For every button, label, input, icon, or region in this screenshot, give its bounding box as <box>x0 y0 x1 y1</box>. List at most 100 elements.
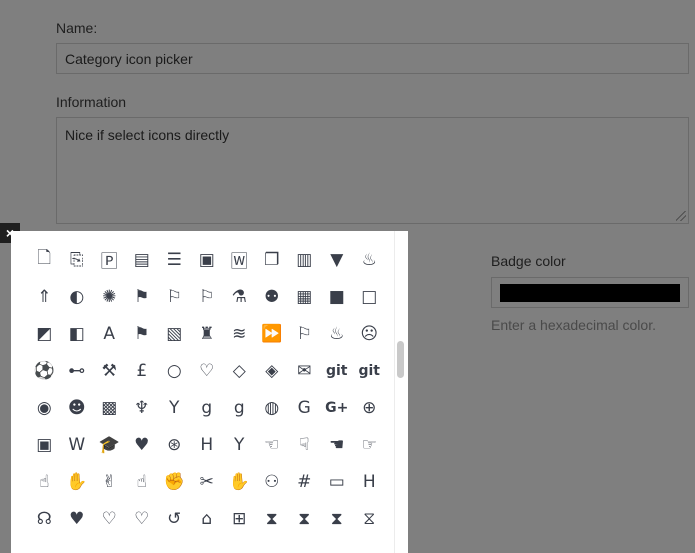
flask-icon[interactable]: ⚗ <box>223 278 256 315</box>
scrollbar-track[interactable] <box>394 231 408 553</box>
badge-color-help: Enter a hexadecimal color. <box>491 317 656 333</box>
header-icon[interactable]: H <box>353 463 386 500</box>
glass-icon[interactable]: Y <box>158 389 191 426</box>
gg-circle-icon[interactable]: ◈ <box>256 352 289 389</box>
google-plus-circle-icon[interactable]: ⊕ <box>353 389 386 426</box>
files-o-icon[interactable]: ❐ <box>256 241 289 278</box>
hourglass-half-icon[interactable]: ⧗ <box>321 500 354 537</box>
gavel-icon[interactable]: ⚒ <box>93 352 126 389</box>
fonticons-icon[interactable]: ▧ <box>158 315 191 352</box>
icon-picker-panel: 🗋 ⎘ 🄿 ▤ ☰ ▣ 🅆 ❐ ▥ ▼ ♨ ⇑ ◐ ✺ ⚑ ⚐ ⚐ ⚗ ⚉ ▦ ■ □ ◩ ◧ A ⚑ ▧ ♜ ≋ ⏩ ⚐ ♨ ☹ ⚽ ⊷ ⚒ £ ○ ♡ ◇… <box>11 231 408 553</box>
first-order-icon[interactable]: ✺ <box>93 278 126 315</box>
forward-icon[interactable]: ⏩ <box>256 315 289 352</box>
hourglass-o-icon[interactable]: ⧖ <box>353 500 386 537</box>
heartbeat-icon[interactable]: ♡ <box>126 500 159 537</box>
hdd-o-icon[interactable]: ▭ <box>321 463 354 500</box>
graduation-cap-icon[interactable]: 🎓 <box>93 426 126 463</box>
folder-icon[interactable]: ■ <box>321 278 354 315</box>
github-square-icon[interactable]: ▩ <box>93 389 126 426</box>
information-label: Information <box>56 94 127 110</box>
google-plus-square-icon[interactable]: ▣ <box>28 426 61 463</box>
h-square-icon[interactable]: H <box>191 426 224 463</box>
hospital-o-icon[interactable]: ⊞ <box>223 500 256 537</box>
information-text: Nice if select icons directly <box>65 127 230 143</box>
file-text-o-icon[interactable]: ☰ <box>158 241 191 278</box>
file-word-o-icon[interactable]: 🅆 <box>223 241 256 278</box>
scrollbar-thumb[interactable] <box>397 341 404 378</box>
flag-icon[interactable]: ⚑ <box>126 278 159 315</box>
forumbee-icon[interactable]: ≋ <box>223 315 256 352</box>
flag-o-icon[interactable]: ⚐ <box>191 278 224 315</box>
home-icon[interactable]: ⌂ <box>191 500 224 537</box>
hand-o-down-icon[interactable]: ☟ <box>288 426 321 463</box>
font-icon[interactable]: A <box>93 315 126 352</box>
fort-awesome-icon[interactable]: ♜ <box>191 315 224 352</box>
gitlab-icon[interactable]: ♆ <box>126 389 159 426</box>
google-plus-icon[interactable]: G+ <box>321 389 354 426</box>
filter-icon[interactable]: ▼ <box>321 241 354 278</box>
file-o-icon[interactable]: 🗋 <box>28 241 61 278</box>
hand-o-left-icon[interactable]: ☚ <box>321 426 354 463</box>
name-label: Name: <box>56 20 98 36</box>
file-text-icon[interactable]: ▤ <box>126 241 159 278</box>
hashtag-icon[interactable]: # <box>288 463 321 500</box>
name-field[interactable]: Category icon picker <box>56 43 689 74</box>
git-icon[interactable]: git <box>321 352 354 389</box>
fire-icon[interactable]: ♨ <box>353 241 386 278</box>
folder-open-icon[interactable]: ◩ <box>28 315 61 352</box>
frown-o-icon[interactable]: ☹ <box>353 315 386 352</box>
git-square-icon[interactable]: git <box>353 352 386 389</box>
folder-open-o-icon[interactable]: ◧ <box>61 315 94 352</box>
information-textarea[interactable]: Nice if select icons directly <box>56 117 689 224</box>
glide-icon[interactable]: g <box>191 389 224 426</box>
flag-checkered-icon[interactable]: ⚐ <box>158 278 191 315</box>
github-icon[interactable]: ◉ <box>28 389 61 426</box>
globe-icon[interactable]: ◍ <box>256 389 289 426</box>
heart-o-icon[interactable]: ♡ <box>93 500 126 537</box>
history-icon[interactable]: ↺ <box>158 500 191 537</box>
hand-paper-o-icon[interactable]: ✋ <box>61 463 94 500</box>
flickr-icon[interactable]: ⚉ <box>256 278 289 315</box>
headphones-icon[interactable]: ☊ <box>28 500 61 537</box>
grav-icon[interactable]: ⊛ <box>158 426 191 463</box>
hand-o-up-icon[interactable]: ☝ <box>28 463 61 500</box>
resize-grip-icon[interactable] <box>676 211 686 221</box>
floppy-o-icon[interactable]: ▦ <box>288 278 321 315</box>
hand-spock-o-icon[interactable]: ✋ <box>223 463 256 500</box>
firefox-icon[interactable]: ◐ <box>61 278 94 315</box>
gbp-icon[interactable]: £ <box>126 352 159 389</box>
get-pocket-icon[interactable]: ♡ <box>191 352 224 389</box>
font-awesome-icon[interactable]: ⚑ <box>126 315 159 352</box>
gg-icon[interactable]: ◇ <box>223 352 256 389</box>
fire-extinguisher-icon[interactable]: ⇑ <box>28 278 61 315</box>
hand-lizard-o-icon[interactable]: ☜ <box>256 426 289 463</box>
hourglass-icon[interactable]: ⧗ <box>256 500 289 537</box>
glide-g-icon[interactable]: g <box>223 389 256 426</box>
github-alt-icon[interactable]: ☻ <box>61 389 94 426</box>
heart-icon[interactable]: ♥ <box>61 500 94 537</box>
file-pdf-o-icon[interactable]: ⎘ <box>61 241 94 278</box>
google-icon[interactable]: G <box>288 389 321 426</box>
foursquare-icon[interactable]: ⚐ <box>288 315 321 352</box>
futbol-o-icon[interactable]: ⚽ <box>28 352 61 389</box>
badge-color-label: Badge color <box>491 253 566 269</box>
hand-o-right-icon[interactable]: ☞ <box>353 426 386 463</box>
folder-o-icon[interactable]: □ <box>353 278 386 315</box>
gratipay-icon[interactable]: ♥ <box>126 426 159 463</box>
gamepad-icon[interactable]: ⊷ <box>61 352 94 389</box>
hand-rock-o-icon[interactable]: ✊ <box>158 463 191 500</box>
gift-icon[interactable]: ✉ <box>288 352 321 389</box>
handshake-o-icon[interactable]: ⚇ <box>256 463 289 500</box>
google-wallet-icon[interactable]: W <box>61 426 94 463</box>
hand-peace-o-icon[interactable]: ✌ <box>93 463 126 500</box>
hacker-news-icon[interactable]: Y <box>223 426 256 463</box>
file-video-o-icon[interactable]: ▣ <box>191 241 224 278</box>
film-icon[interactable]: ▥ <box>288 241 321 278</box>
genderless-icon[interactable]: ○ <box>158 352 191 389</box>
hand-pointer-o-icon[interactable]: ☝ <box>126 463 159 500</box>
file-powerpoint-o-icon[interactable]: 🄿 <box>93 241 126 278</box>
hand-scissors-o-icon[interactable]: ✂ <box>191 463 224 500</box>
badge-color-input[interactable] <box>491 277 689 308</box>
free-code-camp-icon[interactable]: ♨ <box>321 315 354 352</box>
hourglass-end-icon[interactable]: ⧗ <box>288 500 321 537</box>
